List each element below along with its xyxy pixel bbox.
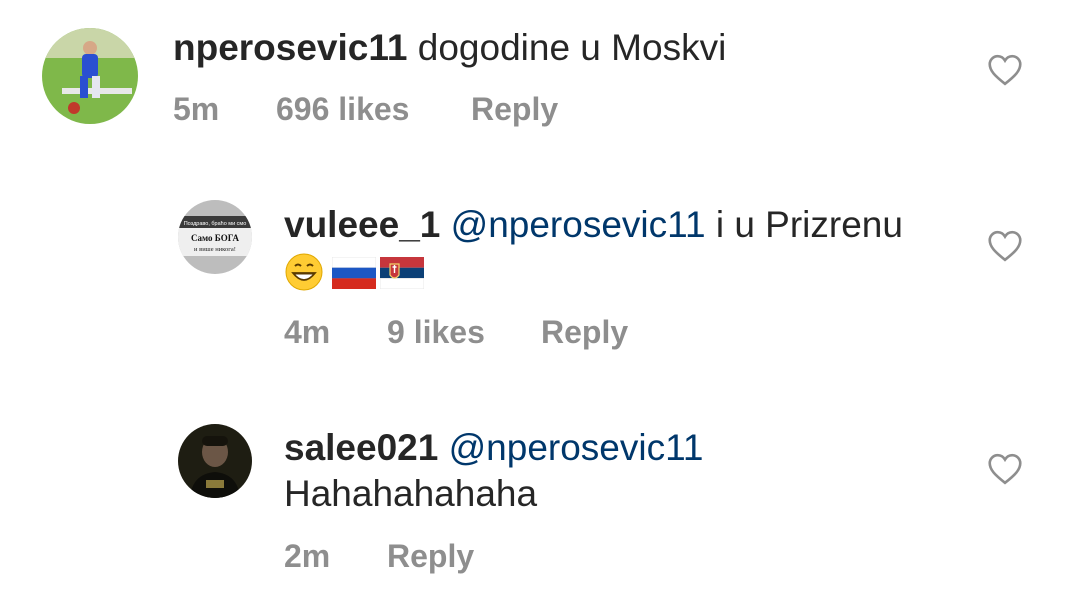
dark-portrait-avatar-icon	[178, 424, 252, 498]
football-player-avatar-icon	[42, 28, 138, 124]
mention-link[interactable]: @nperosevic11	[451, 204, 706, 245]
comment-body: vuleee_1 @nperosevic11 i u Prizrenu	[284, 203, 903, 247]
username[interactable]: nperosevic11	[173, 27, 407, 68]
avatar-banner-top: Поздраво, браћо ми смо	[184, 221, 247, 227]
russia-flag-emoji-icon	[332, 257, 376, 289]
avatar-nperosevic11[interactable]	[42, 28, 138, 124]
likes-count[interactable]: 9 likes	[387, 312, 485, 352]
avatar-vuleee_1[interactable]: Поздраво, браћо ми смо Само БОГА и више …	[178, 200, 252, 274]
like-heart-icon[interactable]	[987, 54, 1023, 86]
timestamp: 4m	[284, 314, 331, 350]
avatar-salee021[interactable]	[178, 424, 252, 498]
comment-text: dogodine u Moskvi	[417, 27, 727, 68]
comment-text: i u Prizrenu	[715, 204, 903, 245]
mention-link[interactable]: @nperosevic11	[449, 427, 704, 468]
username[interactable]: vuleee_1	[284, 204, 440, 245]
comment-body: salee021 @nperosevic11	[284, 426, 704, 470]
reply-button[interactable]: Reply	[471, 89, 558, 129]
banner-avatar-icon: Поздраво, браћо ми смо Само БОГА и више …	[178, 200, 252, 274]
avatar-banner-bottom: и више никога!	[194, 246, 236, 253]
likes-count[interactable]: 696 likes	[276, 89, 409, 129]
reply-button[interactable]: Reply	[387, 536, 474, 576]
username[interactable]: salee021	[284, 427, 438, 468]
avatar-banner-main: Само БОГА	[191, 233, 239, 243]
comment-body: nperosevic11 dogodine u Moskvi	[173, 26, 726, 70]
reply-button[interactable]: Reply	[541, 312, 628, 352]
timestamp: 5m	[173, 91, 220, 127]
serbia-flag-emoji-icon	[380, 257, 424, 289]
like-heart-icon[interactable]	[987, 453, 1023, 485]
grinning-face-emoji-icon	[285, 253, 323, 291]
comment-text: Hahahahahaha	[284, 473, 538, 514]
emoji-row	[284, 252, 444, 294]
like-heart-icon[interactable]	[987, 230, 1023, 262]
timestamp: 2m	[284, 538, 331, 574]
